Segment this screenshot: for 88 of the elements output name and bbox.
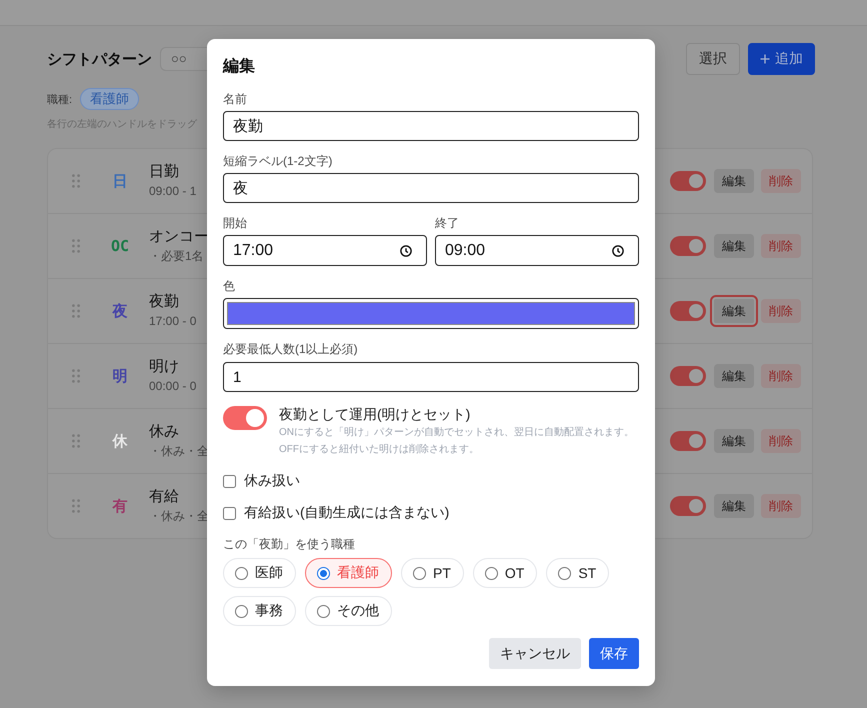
checkbox-label: 有給扱い(自動生成には含まない) bbox=[244, 504, 450, 522]
delete-button[interactable]: 削除 bbox=[761, 234, 801, 258]
drag-handle-icon[interactable] bbox=[72, 434, 80, 448]
help-text: ONにすると「明け」パターンが自動でセットされ、翌日に自動配置されます。 bbox=[279, 426, 634, 440]
help-text: OFFにすると紐付いた明けは削除されます。 bbox=[279, 442, 480, 457]
dialog-title: 編集 bbox=[223, 56, 256, 77]
role-option[interactable]: 医師 bbox=[223, 558, 296, 588]
pattern-detail: 09:00 - 1 bbox=[149, 183, 196, 200]
clock-icon bbox=[400, 244, 412, 256]
toggle-switch[interactable] bbox=[670, 236, 706, 256]
toggle-switch[interactable] bbox=[670, 171, 706, 191]
pattern-name: 明け bbox=[149, 357, 180, 377]
name-field[interactable]: 夜勤 bbox=[223, 111, 639, 141]
field-label: この「夜勤」を使う職種 bbox=[223, 536, 356, 552]
cancel-button[interactable]: キャンセル bbox=[489, 638, 581, 669]
field-label: 必要最低人数(1以上必須) bbox=[223, 341, 359, 357]
save-button[interactable]: 保存 bbox=[589, 638, 639, 669]
radio-icon bbox=[235, 566, 248, 580]
toggle-label: 夜勤として運用(明けとセット) bbox=[279, 405, 472, 424]
field-label: 名前 bbox=[223, 91, 248, 107]
time-field[interactable]: 17:00 bbox=[223, 235, 427, 266]
checkbox-label: 休み扱い bbox=[244, 472, 300, 490]
short-label-field[interactable]: 夜 bbox=[223, 173, 639, 203]
select-button[interactable]: 選択 bbox=[686, 43, 740, 75]
toggle-switch[interactable] bbox=[670, 496, 706, 516]
time-field[interactable]: 09:00 bbox=[435, 235, 639, 266]
radio-icon bbox=[317, 604, 330, 618]
pattern-detail: ・休み・全 bbox=[149, 443, 209, 460]
delete-button[interactable]: 削除 bbox=[761, 364, 801, 388]
edit-button[interactable]: 編集 bbox=[714, 234, 754, 258]
pattern-detail: 00:00 - 0 bbox=[149, 378, 196, 395]
radio-icon bbox=[558, 566, 572, 580]
number-field[interactable]: 1 bbox=[223, 362, 639, 392]
radio-icon bbox=[317, 566, 330, 580]
edit-button[interactable]: 編集 bbox=[710, 295, 758, 327]
field-label: 色 bbox=[223, 278, 236, 294]
short-label: OC bbox=[110, 236, 130, 256]
page-title: シフトパターン bbox=[47, 50, 152, 68]
drag-handle-icon[interactable] bbox=[72, 499, 80, 513]
pattern-name: 休み bbox=[149, 422, 180, 442]
edit-button[interactable]: 編集 bbox=[714, 169, 754, 193]
field-label: 短縮ラベル(1-2文字) bbox=[223, 153, 334, 169]
drag-handle-icon[interactable] bbox=[72, 239, 80, 253]
drag-handle-icon[interactable] bbox=[72, 369, 80, 383]
field-label: 終了 bbox=[435, 215, 460, 231]
edit-button[interactable]: 編集 bbox=[714, 494, 754, 518]
edit-button[interactable]: 編集 bbox=[714, 364, 754, 388]
pattern-name: 日勤 bbox=[149, 162, 180, 182]
delete-button[interactable]: 削除 bbox=[761, 494, 801, 518]
toggle-switch[interactable] bbox=[223, 406, 267, 430]
radio-icon bbox=[413, 566, 426, 580]
checkbox[interactable] bbox=[223, 474, 236, 488]
toggle-switch[interactable] bbox=[670, 431, 706, 451]
add-button[interactable]: 追加 bbox=[748, 43, 815, 75]
pattern-name: 夜勤 bbox=[149, 292, 180, 312]
role-option[interactable]: 事務 bbox=[223, 596, 296, 626]
radio-icon bbox=[235, 604, 248, 618]
short-label: 夜 bbox=[112, 301, 128, 321]
short-label: 休 bbox=[112, 431, 128, 451]
pattern-detail: ・休み・全 bbox=[149, 508, 209, 525]
role-option[interactable]: ST bbox=[546, 558, 610, 588]
role-option[interactable]: OT bbox=[472, 558, 538, 588]
pattern-detail: 17:00 - 0 bbox=[149, 313, 196, 330]
facility-tag[interactable]: ○○ bbox=[160, 47, 208, 71]
radio-icon bbox=[484, 566, 498, 580]
role-option[interactable]: 看護師 bbox=[305, 558, 392, 588]
short-label: 有 bbox=[112, 496, 128, 516]
role-option[interactable]: その他 bbox=[305, 596, 392, 626]
toggle-switch[interactable] bbox=[670, 366, 706, 386]
delete-button[interactable]: 削除 bbox=[761, 169, 801, 193]
delete-button[interactable]: 削除 bbox=[761, 299, 801, 323]
clock-icon bbox=[612, 244, 624, 256]
field-label: 開始 bbox=[223, 215, 248, 231]
toggle-switch[interactable] bbox=[670, 301, 706, 321]
role-tag: 看護師 bbox=[80, 88, 140, 110]
checkbox[interactable] bbox=[223, 506, 236, 520]
drag-handle-icon[interactable] bbox=[72, 174, 80, 188]
role-option[interactable]: PT bbox=[401, 558, 464, 588]
plus-icon bbox=[760, 54, 770, 64]
pattern-name: 有給 bbox=[149, 487, 180, 507]
short-label: 明 bbox=[112, 366, 128, 386]
edit-button[interactable]: 編集 bbox=[714, 429, 754, 453]
pattern-detail: ・必要1名 bbox=[149, 248, 205, 265]
role-label: 職種: bbox=[47, 92, 72, 106]
drag-handle-icon[interactable] bbox=[72, 304, 80, 318]
short-label: 日 bbox=[112, 171, 128, 191]
pattern-name: オンコー bbox=[149, 227, 209, 247]
delete-button[interactable]: 削除 bbox=[761, 429, 801, 453]
